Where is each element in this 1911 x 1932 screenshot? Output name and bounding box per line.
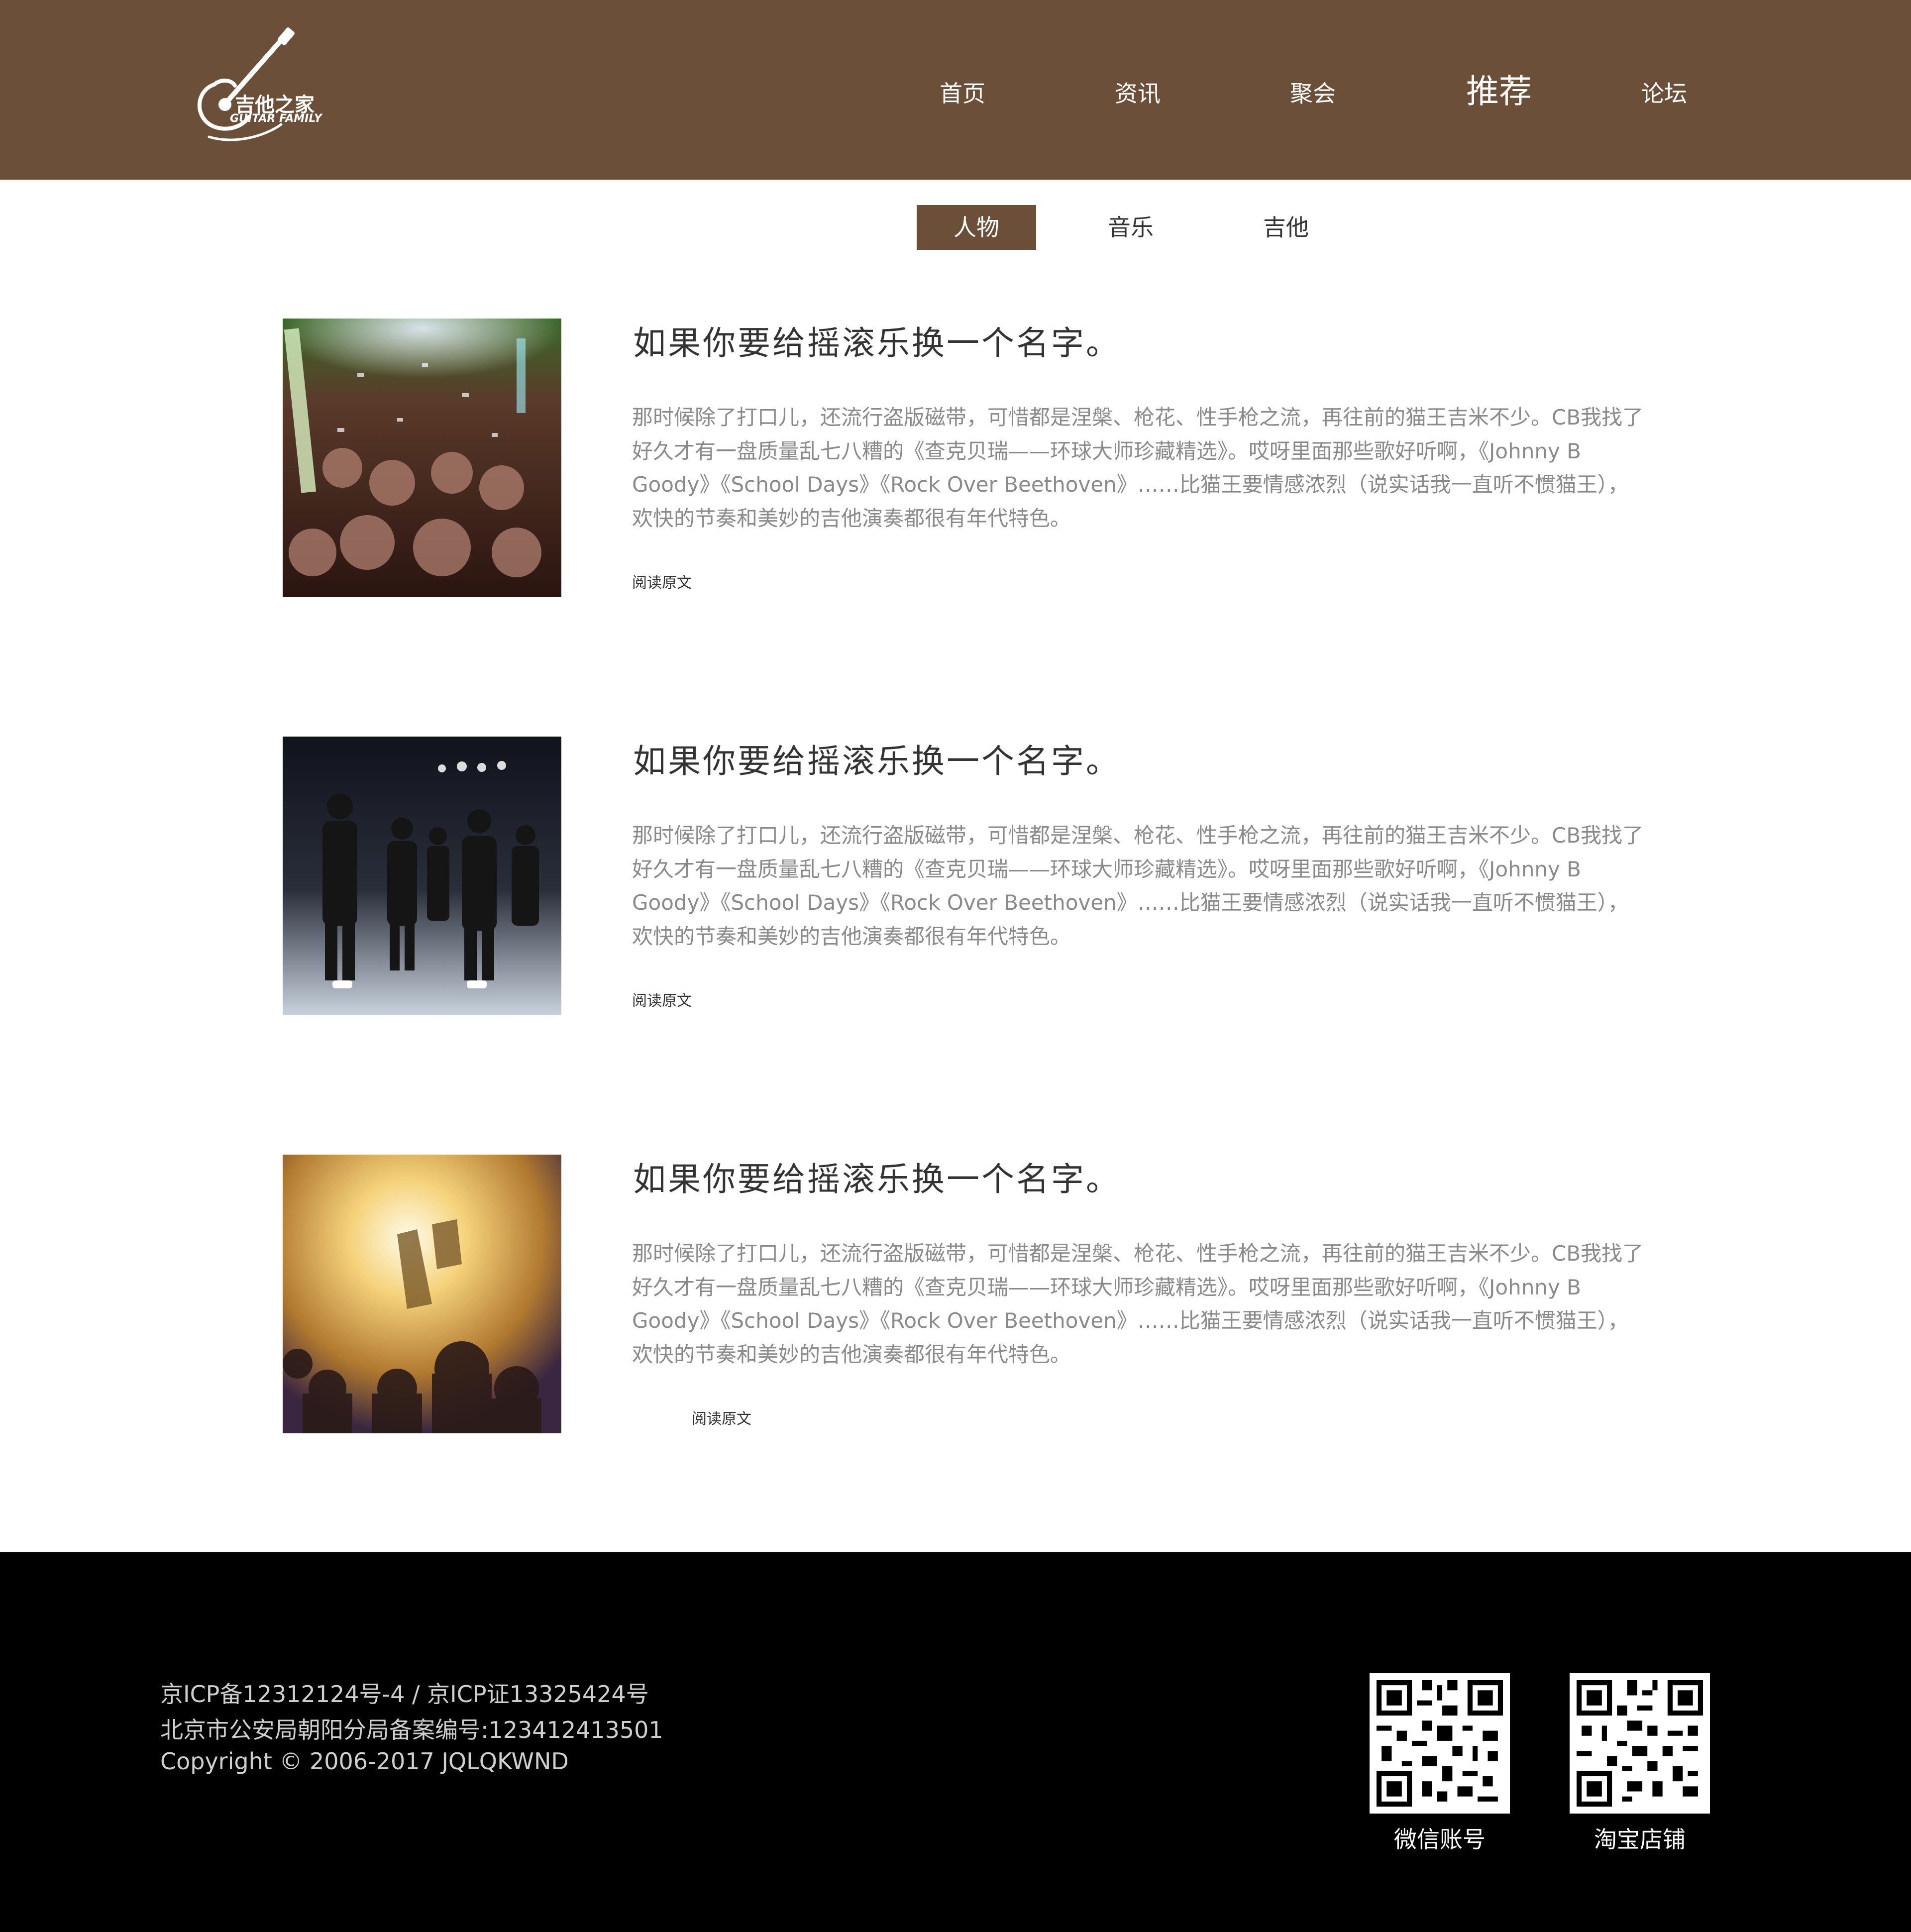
article-image-crowd[interactable]: [283, 319, 561, 597]
police-record: 北京市公安局朝阳分局备案编号:123412413501: [160, 1717, 663, 1743]
taobao-qr-label: 淘宝店铺: [1594, 1826, 1686, 1853]
site-header: 吉他之家 GUITAR FAMILY 首页 资讯 聚会 推荐 论坛: [0, 0, 1911, 180]
taobao-qr-code[interactable]: [1570, 1673, 1710, 1814]
article-excerpt: 那时候除了打口儿，还流行盗版磁带，可惜都是涅槃、枪花、性手枪之流，再往前的猫王吉…: [632, 405, 1644, 531]
tab-people[interactable]: 人物: [917, 205, 1036, 250]
tab-music[interactable]: 音乐: [1071, 205, 1190, 250]
copyright: Copyright © 2006-2017 JQLQKWND: [160, 1748, 569, 1775]
nav-news[interactable]: 资讯: [1115, 76, 1161, 108]
article-title[interactable]: 如果你要给摇滚乐换一个名字。: [633, 1153, 1121, 1200]
article-image-band[interactable]: [283, 737, 561, 1015]
article-title[interactable]: 如果你要给摇滚乐换一个名字。: [633, 735, 1121, 782]
nav-meetups[interactable]: 聚会: [1290, 76, 1336, 108]
nav-forum[interactable]: 论坛: [1641, 76, 1687, 108]
article-image-festival[interactable]: [283, 1155, 561, 1433]
read-more-link[interactable]: 阅读原文: [692, 1406, 751, 1428]
read-more-link[interactable]: 阅读原文: [632, 570, 692, 592]
icp-record: 京ICP备12312124号-4 / 京ICP证13325424号: [160, 1681, 649, 1708]
site-logo[interactable]: 吉他之家 GUITAR FAMILY: [179, 25, 322, 149]
nav-recommend[interactable]: 推荐: [1466, 65, 1532, 112]
qr-code-icon: [1377, 1680, 1503, 1807]
wechat-qr-code[interactable]: [1370, 1673, 1510, 1814]
wechat-qr-label: 微信账号: [1394, 1826, 1486, 1853]
concert-crowd-photo: [283, 319, 561, 597]
tab-guitar[interactable]: 吉他: [1226, 205, 1346, 250]
nav-home[interactable]: 首页: [940, 76, 985, 108]
article-title[interactable]: 如果你要给摇滚乐换一个名字。: [633, 317, 1121, 364]
article-excerpt: 那时候除了打口儿，还流行盗版磁带，可惜都是涅槃、枪花、性手枪之流，再往前的猫王吉…: [632, 823, 1644, 949]
festival-stage-lights-photo: [283, 1155, 561, 1433]
guitar-logo-icon: [197, 27, 295, 141]
read-more-link[interactable]: 阅读原文: [632, 988, 692, 1010]
qr-code-icon: [1577, 1680, 1703, 1807]
band-on-stage-photo: [283, 737, 561, 1015]
logo-english-name: GUITAR FAMILY: [230, 112, 322, 125]
article-excerpt: 那时候除了打口儿，还流行盗版磁带，可惜都是涅槃、枪花、性手枪之流，再往前的猫王吉…: [632, 1241, 1644, 1367]
